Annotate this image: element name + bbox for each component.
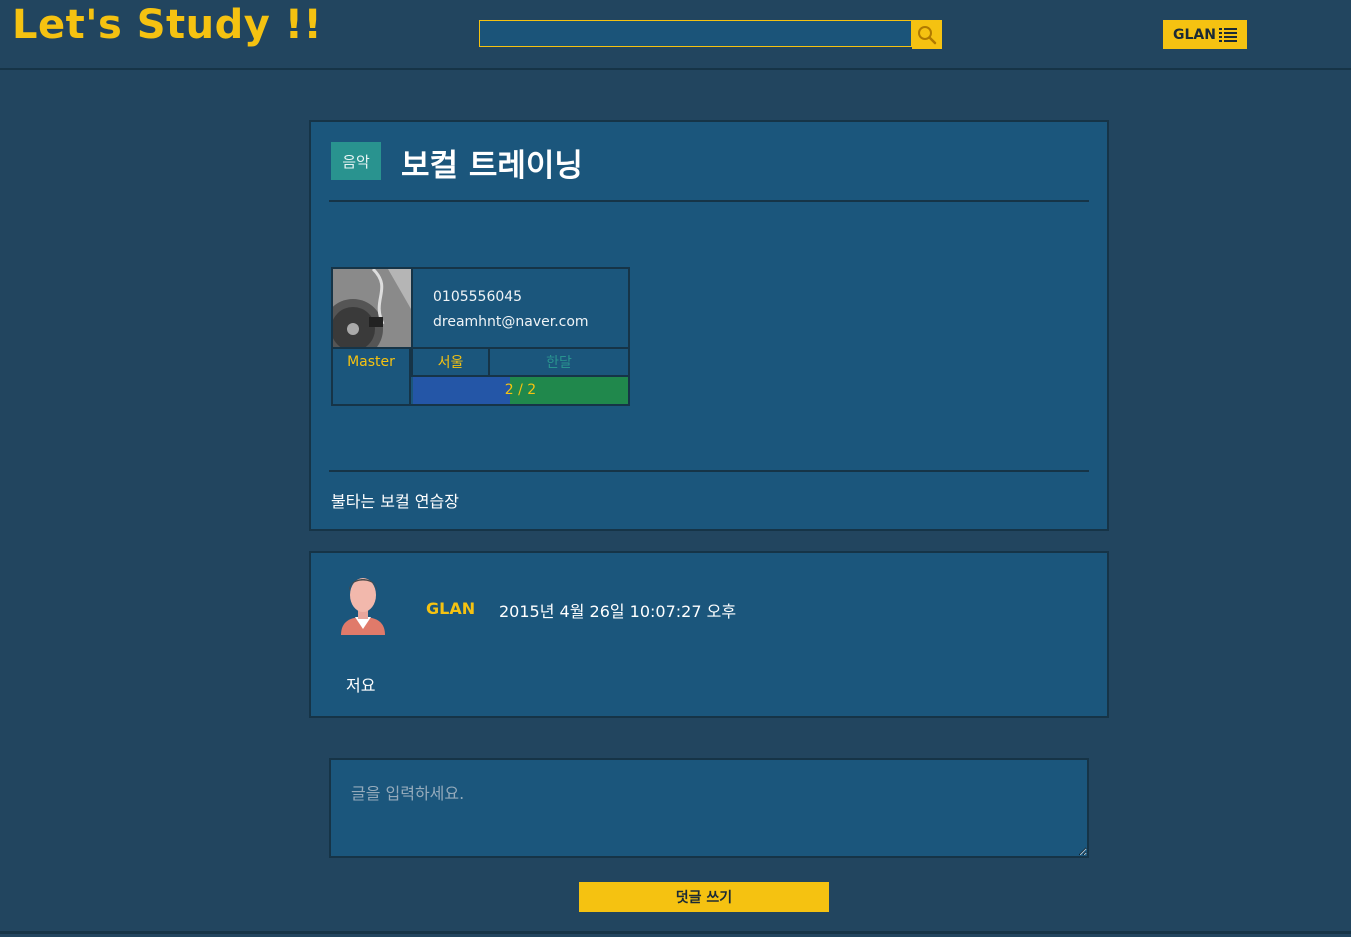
user-name: GLAN	[1173, 26, 1216, 43]
top-bar: Let's Study !! GLAN	[0, 0, 1351, 70]
member-progress-bar: 2 / 2	[413, 377, 628, 404]
profile-email: dreamhnt@naver.com	[433, 314, 589, 330]
comment-author[interactable]: GLAN	[426, 599, 475, 618]
divider	[329, 200, 1089, 202]
list-icon	[1219, 28, 1237, 42]
search-input[interactable]	[479, 20, 912, 47]
site-logo[interactable]: Let's Study !!	[12, 2, 322, 48]
comment-text: 저요	[346, 676, 376, 695]
profile-location: 서울	[411, 347, 490, 377]
profile-duration: 한달	[490, 347, 628, 377]
comment-date: 2015년 4월 26일 10:07:27 오후	[499, 602, 737, 621]
search-icon	[918, 25, 937, 44]
comment-card: GLAN 2015년 4월 26일 10:07:27 오후 저요	[309, 551, 1109, 718]
post-description: 불타는 보컬 연습장	[331, 492, 459, 511]
submit-comment-button[interactable]: 덧글 쓰기	[579, 882, 829, 912]
comment-input[interactable]	[329, 758, 1089, 858]
member-count: 2 / 2	[504, 382, 537, 398]
post-card: 음악 보컬 트레이닝 0105556045 dreamhnt@naver.com…	[309, 120, 1109, 531]
category-badge[interactable]: 음악	[331, 142, 381, 180]
search-button[interactable]	[912, 20, 942, 49]
footer-divider	[0, 931, 1351, 934]
profile-info: 0105556045 dreamhnt@naver.com	[433, 285, 589, 335]
user-menu-button[interactable]: GLAN	[1163, 20, 1247, 49]
profile-card: 0105556045 dreamhnt@naver.com Master 서울 …	[331, 267, 630, 406]
divider	[329, 470, 1089, 472]
avatar-icon	[341, 578, 385, 635]
post-title: 보컬 트레이닝	[401, 148, 583, 184]
profile-phone: 0105556045	[433, 289, 523, 305]
profile-photo	[333, 269, 413, 349]
profile-role: Master	[333, 349, 411, 404]
